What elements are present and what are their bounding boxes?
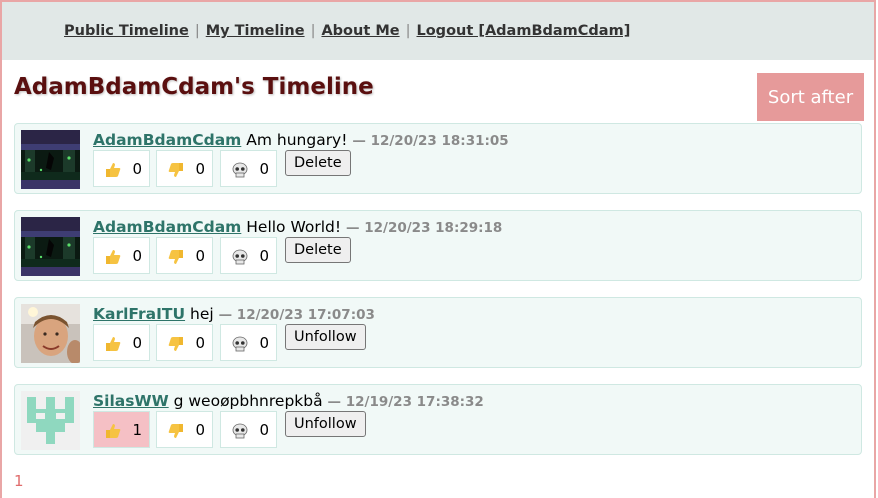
like-count: 0 — [132, 160, 142, 178]
nav-separator: | — [310, 23, 316, 39]
skull-icon — [232, 162, 248, 178]
avatar[interactable] — [21, 391, 80, 450]
skull-icon — [232, 423, 248, 439]
post-line: SilasWW g weoøpbhnrepkbå — 12/19/23 17:3… — [93, 392, 484, 410]
thumbs-up-icon — [106, 250, 121, 264]
like-button[interactable]: 1 — [93, 411, 150, 448]
delete-button[interactable]: Delete — [285, 150, 351, 176]
navbar: Public Timeline | My Timeline | About Me | Log… — [2, 2, 874, 60]
thumbs-up-icon — [106, 337, 121, 351]
avatar[interactable] — [21, 217, 80, 276]
post-item: SilasWW g weoøpbhnrepkbå — 12/19/23 17:3… — [14, 384, 862, 455]
post-timestamp: — 12/19/23 17:38:32 — [327, 394, 484, 410]
avatar[interactable] — [21, 130, 80, 189]
nav-links: Public Timeline | My Timeline | About Me | Log… — [64, 23, 630, 39]
dislike-button[interactable]: 0 — [156, 150, 213, 187]
dislike-count: 0 — [195, 160, 205, 178]
thumbs-down-icon — [168, 163, 183, 177]
dark-scene-avatar-icon — [21, 217, 80, 276]
post-message: Am hungary! — [246, 131, 348, 149]
like-button[interactable]: 0 — [93, 150, 150, 187]
post-item: AdamBdamCdam Am hungary! — 12/20/23 18:3… — [14, 123, 862, 194]
thumbs-up-icon — [106, 163, 121, 177]
like-count: 0 — [132, 334, 142, 352]
post-username[interactable]: SilasWW — [93, 392, 169, 410]
avatar[interactable] — [21, 304, 80, 363]
post-item: KarlFraITU hej — 12/20/23 17:07:03 0 0 0… — [14, 297, 862, 368]
pixel-identicon-avatar-icon — [21, 391, 80, 450]
post-message: g weoøpbhnrepkbå — [173, 392, 323, 410]
post-username[interactable]: AdamBdamCdam — [93, 218, 241, 236]
like-button[interactable]: 0 — [93, 324, 150, 361]
dislike-button[interactable]: 0 — [156, 237, 213, 274]
skull-button[interactable]: 0 — [220, 237, 277, 274]
dark-scene-avatar-icon — [21, 130, 80, 189]
post-timestamp: — 12/20/23 17:07:03 — [218, 307, 375, 323]
post-username[interactable]: AdamBdamCdam — [93, 131, 241, 149]
thumbs-up-icon — [106, 424, 121, 438]
like-count: 1 — [132, 421, 142, 439]
page-title: AdamBdamCdam's Timeline — [14, 74, 374, 100]
post-line: AdamBdamCdam Hello World! — 12/20/23 18:… — [93, 218, 502, 236]
skull-count: 0 — [259, 421, 269, 439]
pagination-page[interactable]: 1 — [14, 472, 24, 490]
unfollow-button[interactable]: Unfollow — [285, 324, 366, 350]
post-message: Hello World! — [246, 218, 342, 236]
skull-button[interactable]: 0 — [220, 411, 277, 448]
nav-about-me[interactable]: About Me — [321, 23, 399, 39]
nav-my-timeline[interactable]: My Timeline — [206, 23, 305, 39]
dislike-count: 0 — [195, 247, 205, 265]
skull-icon — [232, 249, 248, 265]
post-username[interactable]: KarlFraITU — [93, 305, 185, 323]
skull-count: 0 — [259, 247, 269, 265]
post-message: hej — [190, 305, 214, 323]
skull-count: 0 — [259, 160, 269, 178]
post-timestamp: — 12/20/23 18:31:05 — [352, 133, 509, 149]
post-line: KarlFraITU hej — 12/20/23 17:07:03 — [93, 305, 375, 323]
skull-icon — [232, 336, 248, 352]
dislike-button[interactable]: 0 — [156, 324, 213, 361]
unfollow-button[interactable]: Unfollow — [285, 411, 366, 437]
dislike-button[interactable]: 0 — [156, 411, 213, 448]
photo-avatar-icon — [21, 304, 80, 363]
thumbs-down-icon — [168, 250, 183, 264]
nav-public-timeline[interactable]: Public Timeline — [64, 23, 189, 39]
post-line: AdamBdamCdam Am hungary! — 12/20/23 18:3… — [93, 131, 509, 149]
like-button[interactable]: 0 — [93, 237, 150, 274]
like-count: 0 — [132, 247, 142, 265]
skull-button[interactable]: 0 — [220, 150, 277, 187]
thumbs-down-icon — [168, 337, 183, 351]
skull-button[interactable]: 0 — [220, 324, 277, 361]
nav-logout[interactable]: Logout [AdamBdamCdam] — [416, 23, 630, 39]
nav-separator: | — [405, 23, 411, 39]
post-timestamp: — 12/20/23 18:29:18 — [346, 220, 503, 236]
delete-button[interactable]: Delete — [285, 237, 351, 263]
skull-count: 0 — [259, 334, 269, 352]
post-item: AdamBdamCdam Hello World! — 12/20/23 18:… — [14, 210, 862, 281]
nav-separator: | — [194, 23, 200, 39]
dislike-count: 0 — [195, 421, 205, 439]
dislike-count: 0 — [195, 334, 205, 352]
thumbs-down-icon — [168, 424, 183, 438]
sort-button[interactable]: Sort after — [757, 73, 864, 121]
